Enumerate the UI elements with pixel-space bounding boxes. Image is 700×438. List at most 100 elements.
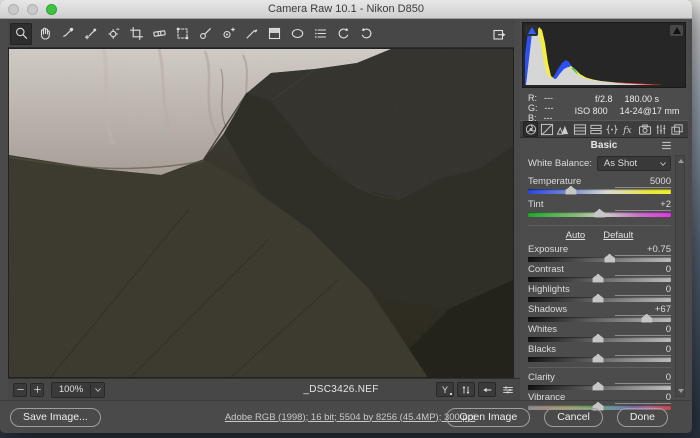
white-balance-select[interactable]: As Shot [597,156,671,171]
exposure-value[interactable]: +0.75 [615,245,671,256]
contrast-slider[interactable] [528,277,671,282]
blacks-value[interactable]: 0 [615,345,671,356]
highlights-slider-thumb[interactable] [593,294,604,303]
blacks-slider-thumb[interactable] [593,354,604,363]
done-button[interactable]: Done [617,408,668,427]
tone-curve-tab-icon [540,123,554,136]
copy-settings-icon [481,384,493,396]
whites-slider[interactable] [528,337,671,342]
panel-tabs: fx [520,120,688,138]
blacks-slider[interactable] [528,357,671,362]
cancel-button[interactable]: Cancel [544,408,603,427]
temperature-value[interactable]: 5000 [615,177,671,188]
r-value: --- [544,93,553,103]
basic-panel-content: White Balance: As Shot Temperature5000Ti… [528,155,671,398]
crop-tool[interactable] [125,23,147,45]
toggle-fullscreen-button[interactable] [488,23,510,45]
swap-views-icon [460,384,472,396]
spot-removal-tool[interactable] [194,23,216,45]
transform-tool[interactable] [171,23,193,45]
image-preview[interactable] [8,48,514,378]
histogram [522,22,686,88]
shadows-value[interactable]: +67 [615,305,671,316]
close-button[interactable] [8,4,19,15]
copy-settings-button[interactable] [478,382,496,397]
tint-slider[interactable] [528,212,671,217]
shutter-value: 180.00 s [624,94,659,104]
tint-slider-thumb[interactable] [594,209,605,218]
white-balance-tool[interactable] [56,23,78,45]
hand-tool[interactable] [33,23,55,45]
highlights-value[interactable]: 0 [615,285,671,296]
red-eye-tool[interactable] [217,23,239,45]
rotate-right-tool[interactable] [355,23,377,45]
tab-detail[interactable] [556,121,571,137]
temperature-slider-thumb[interactable] [565,186,576,195]
straighten-tool[interactable] [148,23,170,45]
tab-camera-calibration[interactable] [637,121,652,137]
r-label: R: [528,93,537,103]
exposure-slider-thumb[interactable] [604,254,615,263]
zoom-level-select[interactable]: 100% [51,382,105,398]
divider [528,367,671,368]
shadow-clipping-button[interactable] [525,25,538,36]
tab-basic[interactable] [523,121,538,137]
shadows-slider[interactable] [528,317,671,322]
whites-slider-thumb[interactable] [593,334,604,343]
minimize-button[interactable] [27,4,38,15]
slider-row-tint: Tint+2 [528,199,671,222]
clarity-slider[interactable] [528,385,671,390]
tab-presets[interactable] [653,121,668,137]
iso-value: ISO 800 [575,106,608,116]
workflow-options-link[interactable]: Adobe RGB (1998); 16 bit; 5504 by 8256 (… [225,412,475,423]
preferences-tool[interactable] [309,23,331,45]
panel-menu-button[interactable] [660,139,673,152]
zoom-tool-icon [14,26,29,41]
clarity-label: Clarity [528,372,555,383]
auto-link[interactable]: Auto [566,230,586,243]
default-link[interactable]: Default [603,230,633,243]
shadow-clipping-icon [528,27,536,34]
divider [528,225,671,226]
highlights-slider[interactable] [528,297,671,302]
swap-before-after-button[interactable] [457,382,475,397]
tab-split-toning[interactable] [588,121,603,137]
panel-header-label: Basic [591,140,618,151]
scroll-down-icon[interactable] [678,389,684,393]
exposure-slider[interactable] [528,257,671,262]
open-image-button[interactable]: Open Image [446,408,530,427]
hsl-grayscale-tab-icon [573,123,587,136]
panel-scrollbar[interactable] [675,155,685,397]
zoom-in-button[interactable] [30,383,44,397]
preview-mode-button[interactable]: Y [436,382,454,397]
whites-value[interactable]: 0 [615,325,671,336]
targeted-adjustment-tool[interactable] [102,23,124,45]
clarity-slider-thumb[interactable] [593,382,604,391]
tab-tone-curve[interactable] [539,121,554,137]
zoom-window-button[interactable] [46,4,57,15]
radial-filter-tool[interactable] [286,23,308,45]
zoom-out-button[interactable] [13,383,27,397]
tint-value[interactable]: +2 [615,200,671,211]
rotate-left-tool[interactable] [332,23,354,45]
temperature-slider[interactable] [528,189,671,194]
temperature-label: Temperature [528,176,581,187]
contrast-slider-thumb[interactable] [593,274,604,283]
tab-hsl-grayscale[interactable] [572,121,587,137]
graduated-filter-tool[interactable] [263,23,285,45]
tab-lens-corrections[interactable] [604,121,619,137]
clarity-value[interactable]: 0 [615,373,671,384]
chevron-down-icon [90,383,104,397]
highlight-clipping-button[interactable] [670,25,683,36]
contrast-value[interactable]: 0 [615,265,671,276]
tab-snapshots[interactable] [670,121,685,137]
toggle-fullscreen-icon [492,27,507,42]
color-sampler-tool[interactable] [79,23,101,45]
save-image-button[interactable]: Save Image... [10,408,101,427]
preview-preferences-button[interactable] [499,382,517,397]
scroll-up-icon[interactable] [678,159,684,163]
zoom-tool[interactable] [10,23,32,45]
tab-effects[interactable]: fx [621,121,636,137]
slider-row-whites: Whites0 [528,324,671,344]
adjustment-brush-tool[interactable] [240,23,262,45]
